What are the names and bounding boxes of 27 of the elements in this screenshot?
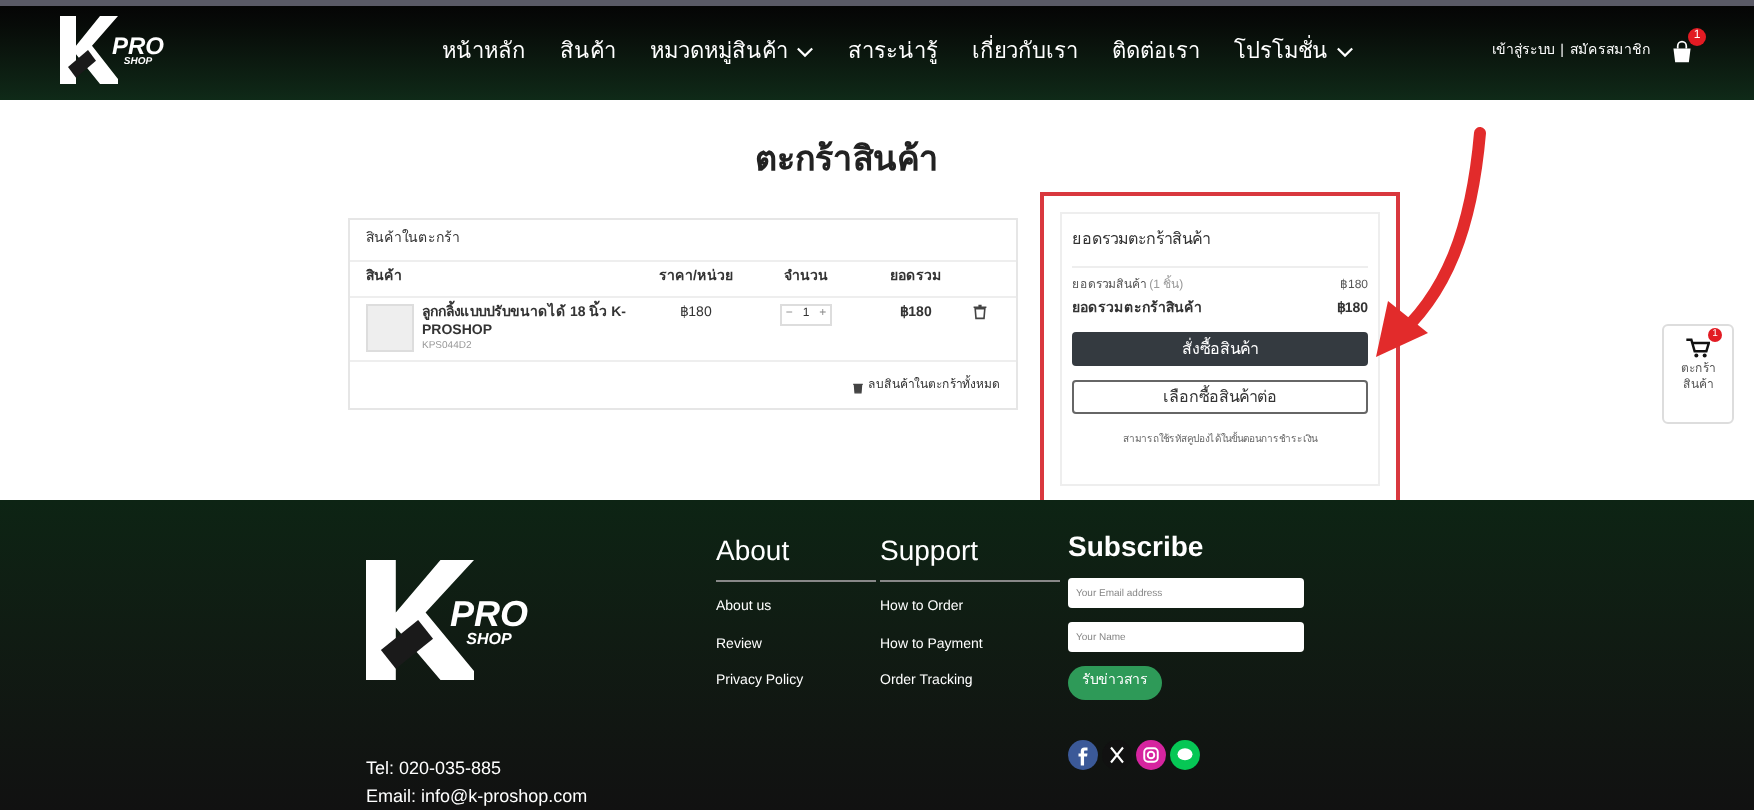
email-text: Email: info@k-proshop.com — [366, 783, 590, 810]
nav-link[interactable]: สาระน่ารู้ — [848, 36, 939, 70]
trash-icon — [852, 381, 864, 393]
checkout-button[interactable]: สั่งซื้อสินค้า — [1072, 332, 1368, 366]
logo-text: PRO — [112, 34, 165, 59]
shopping-bag-icon[interactable] — [1670, 40, 1694, 65]
nav-link[interactable]: หมวดหมู่สินค้า — [650, 36, 815, 70]
facebook-icon[interactable] — [1068, 740, 1098, 770]
logo[interactable]: PRO SHOP — [366, 560, 534, 680]
continue-shopping-button[interactable]: เลือกซื้อสินค้าต่อ — [1072, 380, 1368, 414]
nav-link[interactable]: สินค้า — [560, 36, 617, 70]
product-image — [366, 303, 414, 351]
trash-icon[interactable] — [972, 303, 988, 319]
footer-heading: About — [716, 530, 876, 582]
page-title: ตะกร้าสินค้า — [755, 138, 939, 182]
nav-link[interactable]: ติดต่อเรา — [1112, 36, 1201, 70]
nav-link[interactable]: หน้าหลัก — [442, 36, 527, 70]
phone-text: Tel: 020-035-885 — [366, 756, 504, 782]
footer-heading: Support — [880, 530, 1060, 582]
cart-icon — [1686, 338, 1710, 358]
logo-text: PRO — [450, 596, 529, 632]
nav-link[interactable]: เกี่ยวกับเรา — [972, 36, 1079, 70]
logo-subtext: SHOP — [466, 632, 512, 648]
instagram-icon[interactable] — [1136, 740, 1166, 770]
summary-title: ยอดรวมตะกร้าสินค้า — [1072, 213, 1368, 267]
nav-link[interactable]: โปรโมชั่น — [1234, 36, 1355, 70]
subscribe-heading: Subscribe — [1068, 528, 1206, 566]
